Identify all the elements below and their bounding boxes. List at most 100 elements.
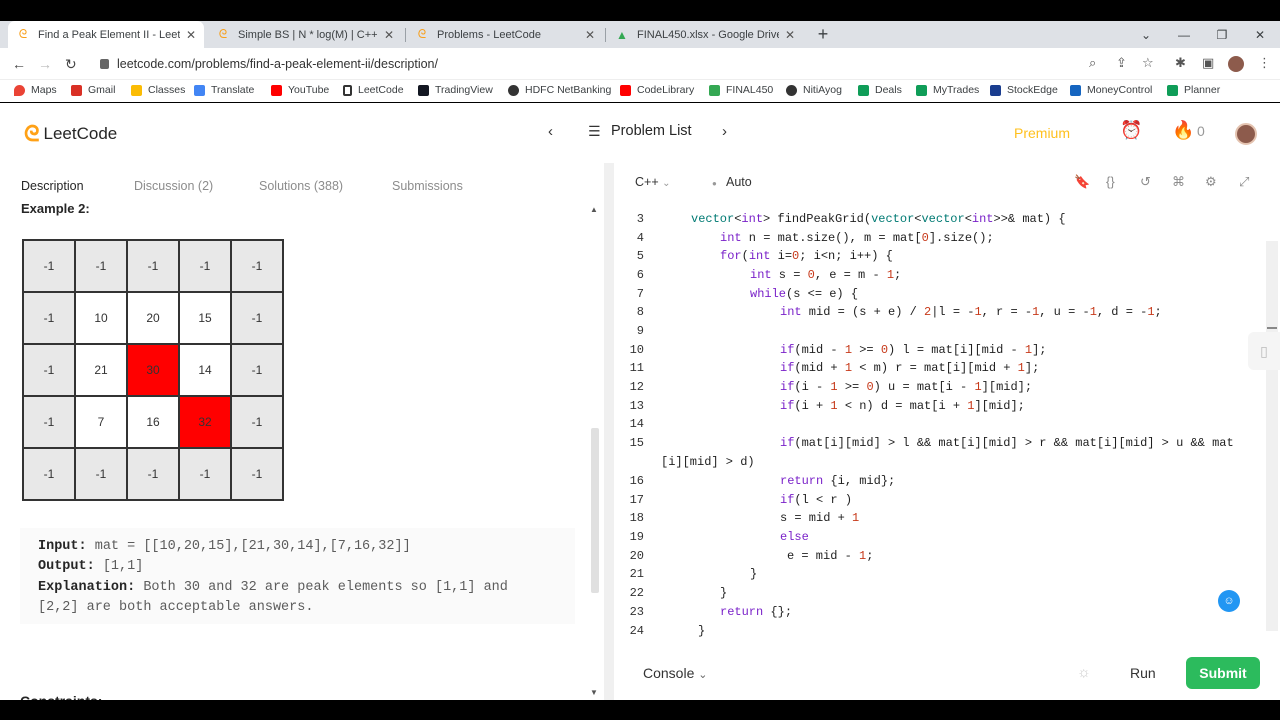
tab-discussion[interactable]: Discussion (2) <box>134 179 213 193</box>
leetcode-favicon-icon: ᘓ <box>218 27 228 41</box>
matrix-cell: 20 <box>127 292 179 344</box>
matrix-cell: 10 <box>75 292 127 344</box>
reset-icon[interactable]: ↺ <box>1140 174 1151 190</box>
bookmark-icon[interactable]: 🔖 <box>1074 174 1090 190</box>
sidepanel-icon[interactable]: ▣ <box>1202 55 1214 71</box>
autocomplete-mode[interactable]: Auto <box>726 175 752 189</box>
bookmark-gmail[interactable]: Gmail <box>71 84 115 96</box>
forward-arrow-icon[interactable]: → <box>38 56 52 72</box>
close-icon[interactable]: ✕ <box>785 28 795 42</box>
debug-bug-icon[interactable]: ☼ <box>1077 664 1091 681</box>
browser-tab-4[interactable]: ▲ FINAL450.xlsx - Google Drive ✕ <box>607 21 803 48</box>
close-icon[interactable]: ✕ <box>585 28 595 42</box>
flame-icon[interactable]: 🔥 <box>1172 120 1194 141</box>
alarm-clock-icon[interactable]: ⏰ <box>1120 120 1142 141</box>
tab-separator <box>405 28 406 42</box>
problem-list-link[interactable]: Problem List <box>611 123 692 139</box>
bookmark-leetcode[interactable]: LeetCode <box>343 84 404 96</box>
bookmark-nitiayog[interactable]: NitiAyog <box>786 84 842 96</box>
submit-button[interactable]: Submit <box>1186 657 1260 689</box>
chevron-down-icon: ⌄ <box>662 178 671 189</box>
code-editor[interactable]: 3 vector<int> findPeakGrid(vector<vector<… <box>614 209 1264 641</box>
matrix-cell: -1 <box>179 448 231 500</box>
zoom-icon[interactable]: ⌕ <box>1089 55 1096 71</box>
browser-tab-3[interactable]: ᘓ Problems - LeetCode ✕ <box>407 21 603 48</box>
close-icon[interactable]: ✕ <box>186 28 196 42</box>
browser-tab-1[interactable]: ᘓ Find a Peak Element II - LeetCode ✕ <box>8 21 204 48</box>
tab-description[interactable]: Description <box>21 179 84 193</box>
list-icon[interactable]: ☰ <box>588 123 601 140</box>
reload-icon[interactable]: ↻ <box>65 56 77 73</box>
matrix-cell: -1 <box>23 292 75 344</box>
scroll-up-icon[interactable]: ▲ <box>590 205 598 214</box>
tab-search-chevron-icon[interactable]: ⌄ <box>1128 21 1164 48</box>
close-icon[interactable]: ✕ <box>384 28 394 42</box>
next-problem-chevron-icon[interactable]: › <box>722 123 727 140</box>
new-tab-button[interactable]: + <box>814 21 832 48</box>
scroll-down-icon[interactable]: ▼ <box>590 688 598 697</box>
tab-submissions[interactable]: Submissions <box>392 179 463 193</box>
profile-avatar[interactable] <box>1228 56 1244 72</box>
chevron-down-icon: ⌄ <box>698 669 708 681</box>
stockedge-icon <box>990 84 1001 96</box>
scrollbar-thumb[interactable] <box>1267 327 1277 329</box>
editor-pane: C++ ⌄ ● Auto 🔖 {} ↺ ⌘ ⚙ ⤢ 3 vector<int> f… <box>614 163 1280 700</box>
shortcut-icon[interactable]: ⌘ <box>1172 174 1185 190</box>
youtube-icon <box>271 84 282 96</box>
sheets-icon <box>916 84 927 96</box>
menu-dots-icon[interactable]: ⋮ <box>1258 55 1271 71</box>
matrix-cell: -1 <box>75 240 127 292</box>
bookmark-translate[interactable]: Translate <box>194 84 254 96</box>
extensions-icon[interactable]: ✱ <box>1175 55 1186 71</box>
bookmark-deals[interactable]: Deals <box>858 84 902 96</box>
matrix-cell: 16 <box>127 396 179 448</box>
language-select[interactable]: C++ ⌄ <box>635 175 671 189</box>
star-icon[interactable]: ☆ <box>1142 55 1154 71</box>
window-close-icon[interactable]: ✕ <box>1242 21 1278 48</box>
user-avatar[interactable] <box>1235 123 1257 145</box>
screen-top-bar <box>0 0 1280 21</box>
run-button[interactable]: Run <box>1130 665 1156 681</box>
leetcode-favicon-icon: ᘓ <box>18 27 28 41</box>
premium-link[interactable]: Premium <box>1014 125 1070 141</box>
matrix-cell: -1 <box>231 240 283 292</box>
editor-scrollbar[interactable] <box>1266 241 1278 631</box>
matrix-cell: 7 <box>75 396 127 448</box>
globe-icon <box>786 84 797 96</box>
lock-icon <box>100 59 109 69</box>
bookmark-maps[interactable]: Maps <box>14 84 57 96</box>
bookmark-mytrades[interactable]: MyTrades <box>916 84 979 96</box>
maximize-icon[interactable]: ❐ <box>1204 21 1240 48</box>
minimize-icon[interactable]: — <box>1166 21 1202 48</box>
console-toggle[interactable]: Console ⌄ <box>643 665 707 681</box>
file-icon[interactable]: ▯ <box>1248 332 1280 370</box>
prev-problem-chevron-icon[interactable]: ‹ <box>548 123 553 140</box>
pane-resize-handle[interactable] <box>604 163 614 700</box>
leetcode-logo[interactable]: ᘓ LeetCode <box>24 121 117 147</box>
matrix-cell: -1 <box>23 240 75 292</box>
matrix-cell: 14 <box>179 344 231 396</box>
settings-gear-icon[interactable]: ⚙ <box>1205 174 1217 190</box>
share-icon[interactable]: ⇪ <box>1116 55 1127 71</box>
address-bar[interactable]: leetcode.com/problems/find-a-peak-elemen… <box>100 57 438 71</box>
tab-solutions[interactable]: Solutions (388) <box>259 179 343 193</box>
bookmark-youtube[interactable]: YouTube <box>271 84 329 96</box>
leetcode-icon <box>343 84 352 96</box>
bookmark-tradingview[interactable]: TradingView <box>418 84 493 96</box>
bookmark-stockedge[interactable]: StockEdge <box>990 84 1058 96</box>
matrix-cell: 15 <box>179 292 231 344</box>
description-scrollbar[interactable]: ▲ ▼ <box>589 203 601 700</box>
bookmark-codelibrary[interactable]: CodeLibrary <box>620 84 694 96</box>
bookmark-planner[interactable]: Planner <box>1167 84 1220 96</box>
feedback-chat-icon[interactable]: ☺ <box>1218 590 1240 612</box>
browser-tab-2[interactable]: ᘓ Simple BS | N * log(M) | C++ - Find ✕ <box>208 21 402 48</box>
bookmark-hdfc[interactable]: HDFC NetBanking <box>508 84 611 96</box>
bookmarks-bar: Maps Gmail Classes Translate YouTube Lee… <box>0 80 1280 102</box>
back-arrow-icon[interactable]: ← <box>12 56 26 72</box>
braces-icon[interactable]: {} <box>1106 174 1115 189</box>
bookmark-final450[interactable]: FINAL450 <box>709 84 773 96</box>
fullscreen-icon[interactable]: ⤢ <box>1239 174 1249 190</box>
bookmark-classes[interactable]: Classes <box>131 84 185 96</box>
scrollbar-thumb[interactable] <box>591 428 599 593</box>
bookmark-moneycontrol[interactable]: MoneyControl <box>1070 84 1152 96</box>
